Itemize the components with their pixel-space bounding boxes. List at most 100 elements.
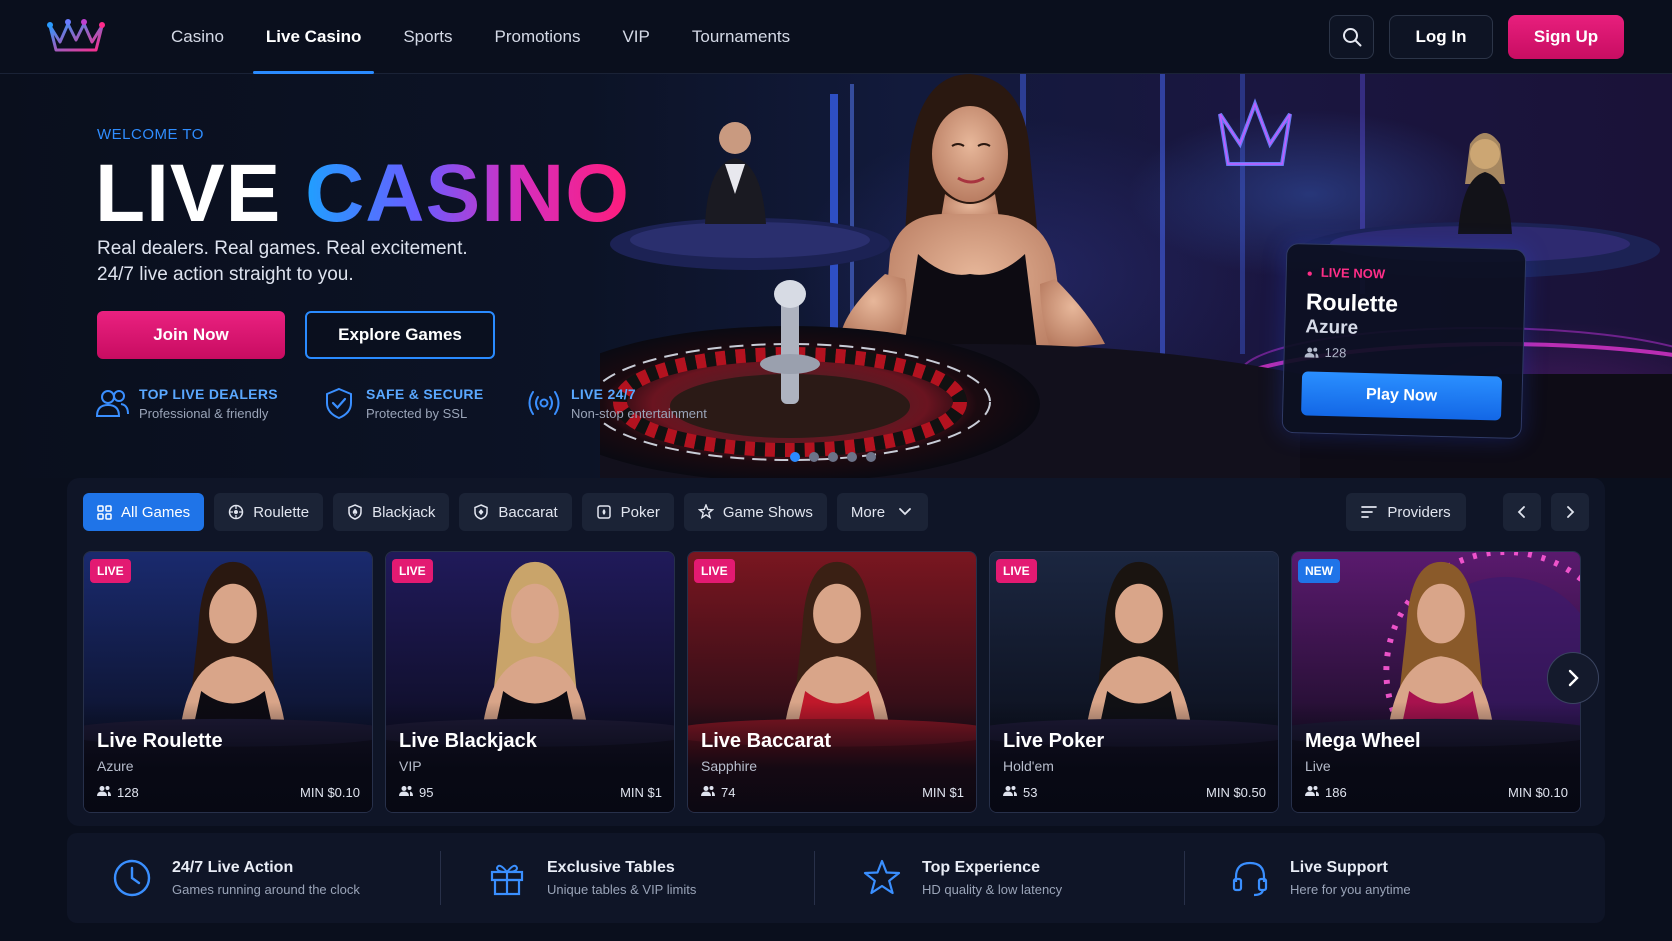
shield-check-icon — [326, 387, 352, 420]
game-cards-row: LIVE Live Roulette Azure 128 MIN $0.10 L… — [83, 551, 1581, 813]
star-burst-icon — [697, 504, 714, 520]
chip-label: Roulette — [253, 503, 310, 521]
live-now-status: LIVE NOW — [1307, 264, 1386, 282]
game-subtitle: Hold'em — [1003, 758, 1054, 774]
live-badge: LIVE — [694, 559, 735, 583]
benefit-title: Top Experience — [922, 859, 1040, 876]
chip-label: All Games — [121, 503, 191, 521]
game-name: Live Blackjack — [399, 730, 537, 752]
game-players: 95 — [399, 785, 433, 800]
chip-label: Baccarat — [498, 503, 558, 521]
benefit-live-action: 24/7 Live Action Games running around th… — [112, 833, 360, 923]
signup-button[interactable]: Sign Up — [1508, 15, 1624, 59]
game-players: 53 — [1003, 785, 1037, 800]
search-icon — [1342, 28, 1361, 47]
chip-poker[interactable]: Poker — [581, 493, 674, 531]
feature-title: LIVE 24/7 — [571, 386, 636, 402]
live-now-subtitle: Azure — [1305, 316, 1359, 339]
chevron-left-icon — [1517, 506, 1525, 518]
players-icon — [399, 785, 413, 800]
feature-subtitle: Non-stop entertainment — [571, 406, 707, 421]
carousel-dot[interactable] — [828, 452, 838, 462]
players-count: 186 — [1325, 785, 1347, 800]
headset-icon — [1232, 861, 1268, 897]
carousel-dot[interactable] — [866, 452, 876, 462]
live-now-title: Roulette — [1305, 288, 1399, 317]
players-icon — [1304, 347, 1319, 358]
nav-casino[interactable]: Casino — [150, 0, 245, 74]
min-bet: MIN $0.10 — [1508, 785, 1568, 800]
carousel-dot[interactable] — [847, 452, 857, 462]
scroll-right-button[interactable] — [1547, 652, 1599, 704]
nav-promotions[interactable]: Promotions — [473, 0, 601, 74]
nav-vip[interactable]: VIP — [601, 0, 670, 74]
chip-more-dropdown[interactable]: More — [836, 493, 929, 531]
game-subtitle: VIP — [399, 758, 422, 774]
benefits-bar: 24/7 Live Action Games running around th… — [67, 833, 1605, 923]
join-now-button[interactable]: Join Now — [97, 311, 285, 359]
game-card[interactable]: NEW Mega Wheel Live 186 MIN $0.10 — [1291, 551, 1581, 813]
game-card[interactable]: LIVE Live Roulette Azure 128 MIN $0.10 — [83, 551, 373, 813]
grid-icon — [97, 504, 112, 520]
players-count: 95 — [419, 785, 434, 800]
poker-card-icon — [596, 505, 611, 519]
players-icon — [1003, 785, 1017, 800]
filter-lines-icon — [1361, 506, 1378, 518]
chip-blackjack[interactable]: Blackjack — [333, 493, 450, 531]
game-name: Live Poker — [1003, 730, 1105, 752]
min-bet: MIN $1 — [620, 785, 662, 800]
game-subtitle: Azure — [97, 758, 134, 774]
nav-live-casino[interactable]: Live Casino — [245, 0, 382, 74]
category-filters: All Games Roulette Blackjack Baccarat Po… — [83, 493, 929, 531]
providers-button[interactable]: Providers — [1346, 493, 1466, 531]
main-nav: Casino Live Casino Sports Promotions VIP… — [150, 0, 811, 74]
live-badge: LIVE — [996, 559, 1037, 583]
chip-game-shows[interactable]: Game Shows — [683, 493, 827, 531]
hero-subtitle: Real dealers. Real games. Real excitemen… — [97, 236, 468, 288]
play-now-button[interactable]: Play Now — [1301, 371, 1503, 421]
game-subtitle: Live — [1305, 758, 1331, 774]
hero-title-casino: CASINO — [305, 148, 630, 239]
game-card[interactable]: LIVE Live Blackjack VIP 95 MIN $1 — [385, 551, 675, 813]
explore-games-button[interactable]: Explore Games — [305, 311, 495, 359]
login-button[interactable]: Log In — [1389, 15, 1493, 59]
carousel-dot[interactable] — [790, 452, 800, 462]
players-count: 74 — [721, 785, 736, 800]
divider — [1184, 851, 1185, 905]
chip-roulette[interactable]: Roulette — [214, 493, 324, 531]
chip-label: Blackjack — [372, 503, 436, 521]
prev-button[interactable] — [1503, 493, 1541, 531]
hero-banner: WELCOME TO LIVE CASINO Real dealers. Rea… — [0, 74, 1672, 478]
hero-title: LIVE CASINO — [95, 144, 630, 244]
chip-all-games[interactable]: All Games — [83, 493, 205, 531]
game-card[interactable]: LIVE Live Poker Hold'em 53 MIN $0.50 — [989, 551, 1279, 813]
live-badge: LIVE — [90, 559, 131, 583]
nav-tournaments[interactable]: Tournaments — [671, 0, 811, 74]
hero-welcome: WELCOME TO — [97, 126, 204, 143]
players-icon — [1305, 785, 1319, 800]
benefit-live-support: Live Support Here for you anytime — [1230, 833, 1411, 923]
spade-shield-icon — [348, 504, 362, 520]
players-count: 128 — [117, 785, 139, 800]
clock-icon — [113, 859, 151, 897]
live-badge: LIVE — [392, 559, 433, 583]
feature-subtitle: Professional & friendly — [139, 406, 269, 421]
carousel-dot[interactable] — [809, 452, 819, 462]
chip-label: Poker — [620, 503, 660, 521]
crown-logo-icon[interactable] — [46, 14, 106, 58]
players-icon — [701, 785, 715, 800]
nav-sports[interactable]: Sports — [382, 0, 473, 74]
benefit-title: Live Support — [1290, 859, 1388, 876]
search-button[interactable] — [1329, 15, 1374, 59]
chip-baccarat[interactable]: Baccarat — [459, 493, 572, 531]
providers-label: Providers — [1387, 503, 1451, 521]
benefit-exclusive-tables: Exclusive Tables Unique tables & VIP lim… — [487, 833, 696, 923]
chip-label: More — [850, 503, 886, 521]
min-bet: MIN $0.50 — [1206, 785, 1266, 800]
game-card[interactable]: LIVE Live Baccarat Sapphire 74 MIN $1 — [687, 551, 977, 813]
games-panel: All Games Roulette Blackjack Baccarat Po… — [67, 478, 1605, 826]
players-icon — [97, 785, 111, 800]
next-button[interactable] — [1551, 493, 1589, 531]
gift-icon — [490, 864, 524, 896]
users-icon — [95, 390, 129, 417]
